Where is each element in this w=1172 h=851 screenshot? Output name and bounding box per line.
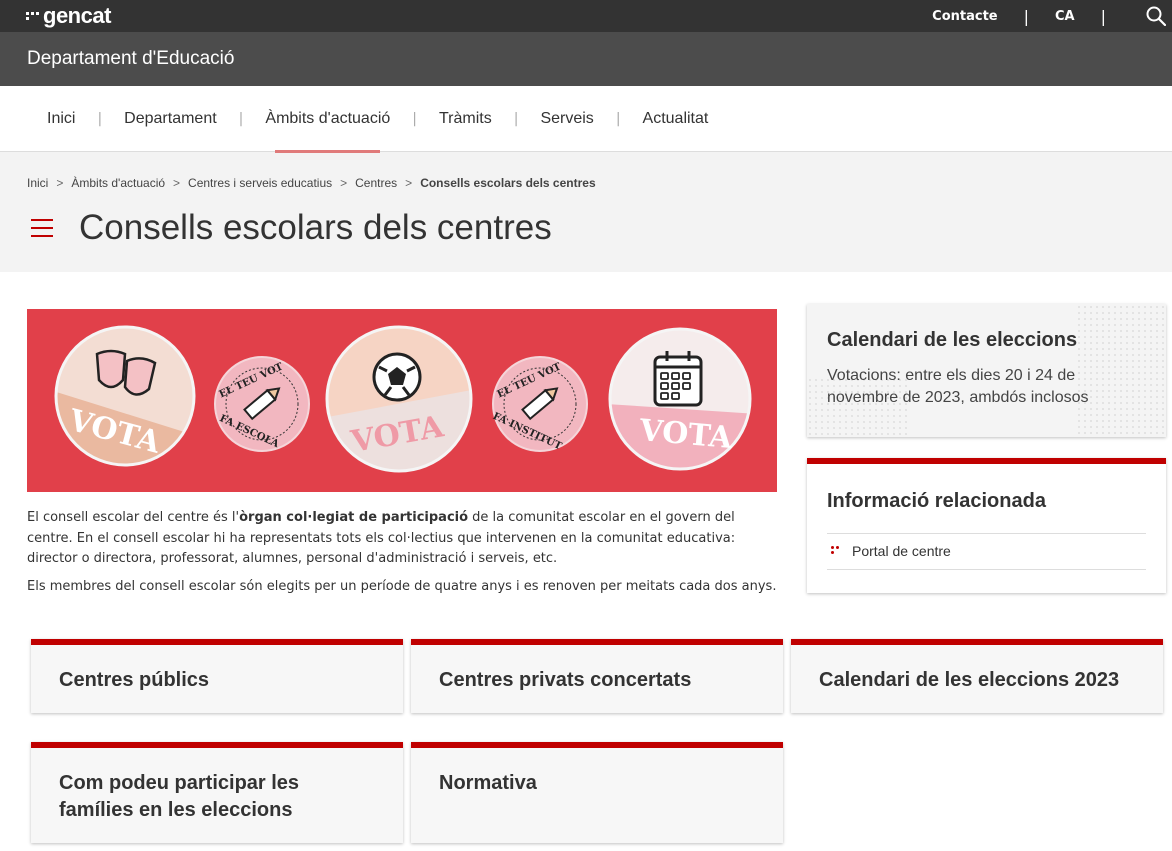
main-nav: Inici | Departament | Àmbits d'actuació … xyxy=(0,86,1172,153)
tile-centres-privats[interactable]: Centres privats concertats xyxy=(411,639,783,713)
hamburger-menu-icon[interactable] xyxy=(31,219,53,237)
search-icon[interactable] xyxy=(1146,6,1166,26)
related-info-card: Informació relacionada Portal de centre xyxy=(807,458,1166,593)
nav-item-ambits[interactable]: Àmbits d'actuació xyxy=(243,86,412,153)
election-calendar-card: Calendari de les eleccions Votacions: en… xyxy=(807,304,1166,437)
theatre-masks-badge: VOTA xyxy=(54,325,196,467)
related-link-item[interactable]: Portal de centre xyxy=(827,533,1146,570)
nav-item-inici[interactable]: Inici xyxy=(25,86,97,152)
contact-link[interactable]: Contacte xyxy=(932,9,997,24)
portal-centre-link[interactable]: Portal de centre xyxy=(852,543,951,559)
breadcrumb-item[interactable]: Centres xyxy=(355,176,397,190)
intro-paragraph: Els membres del consell escolar són eleg… xyxy=(27,578,777,594)
gencat-logo[interactable]: gencat xyxy=(26,3,111,29)
vote-institute-badge: EL TEU VOT FA INSTITUT xyxy=(491,356,588,453)
gencat-dots-icon xyxy=(26,12,39,20)
nav-item-tramits[interactable]: Tràmits xyxy=(417,86,514,152)
calendar-card-text: Votacions: entre els dies 20 i 24 de nov… xyxy=(827,367,1089,406)
logo-text: gencat xyxy=(43,3,111,28)
related-info-title: Informació relacionada xyxy=(827,490,1046,512)
nav-item-serveis[interactable]: Serveis xyxy=(518,86,615,152)
chevron-right-icon: > xyxy=(405,176,413,190)
department-name[interactable]: Departament d'Educació xyxy=(27,48,234,70)
breadcrumb-item[interactable]: Àmbits d'actuació xyxy=(71,176,165,190)
calendar-badge: VOTA xyxy=(608,327,752,471)
highlight-text: òrgan col·legiat de participació xyxy=(239,510,469,525)
department-bar: Departament d'Educació xyxy=(0,32,1172,86)
page-header: Inici > Àmbits d'actuació > Centres i se… xyxy=(0,152,1172,272)
football-badge: VOTA xyxy=(325,325,473,473)
dots-bullet-icon xyxy=(831,546,841,556)
tile-calendari-2023[interactable]: Calendari de les eleccions 2023 xyxy=(791,639,1163,713)
elections-banner: VOTA EL TEU VOT FA ESCOLA VOTA EL TEU VO… xyxy=(27,309,777,492)
page-title: Consells escolars dels centres xyxy=(79,208,552,247)
calendar-card-title: Calendari de les eleccions xyxy=(827,329,1078,351)
breadcrumb-current: Consells escolars dels centres xyxy=(420,176,596,190)
breadcrumb: Inici > Àmbits d'actuació > Centres i se… xyxy=(27,152,1172,190)
top-bar: gencat Contacte | CA | xyxy=(0,0,1172,32)
tile-centres-publics[interactable]: Centres públics xyxy=(31,639,403,713)
vote-school-badge: EL TEU VOT FA ESCOLA xyxy=(214,356,310,452)
tile-normativa[interactable]: Normativa xyxy=(411,742,783,843)
chevron-right-icon: > xyxy=(340,176,348,190)
chevron-right-icon: > xyxy=(173,176,181,190)
intro-text: El consell escolar del centre és l'òrgan… xyxy=(27,508,779,604)
language-selector[interactable]: CA xyxy=(1055,9,1075,24)
banner-illustration: VOTA EL TEU VOT FA ESCOLA VOTA EL TEU VO… xyxy=(54,325,752,473)
nav-item-actualitat[interactable]: Actualitat xyxy=(621,86,731,152)
tile-participar-families[interactable]: Com podeu participar les famílies en les… xyxy=(31,742,403,843)
breadcrumb-item[interactable]: Centres i serveis educatius xyxy=(188,176,332,190)
breadcrumb-item[interactable]: Inici xyxy=(27,176,48,190)
intro-paragraph: El consell escolar del centre és l'òrgan… xyxy=(27,510,736,566)
nav-item-departament[interactable]: Departament xyxy=(102,86,239,152)
chevron-right-icon: > xyxy=(56,176,64,190)
